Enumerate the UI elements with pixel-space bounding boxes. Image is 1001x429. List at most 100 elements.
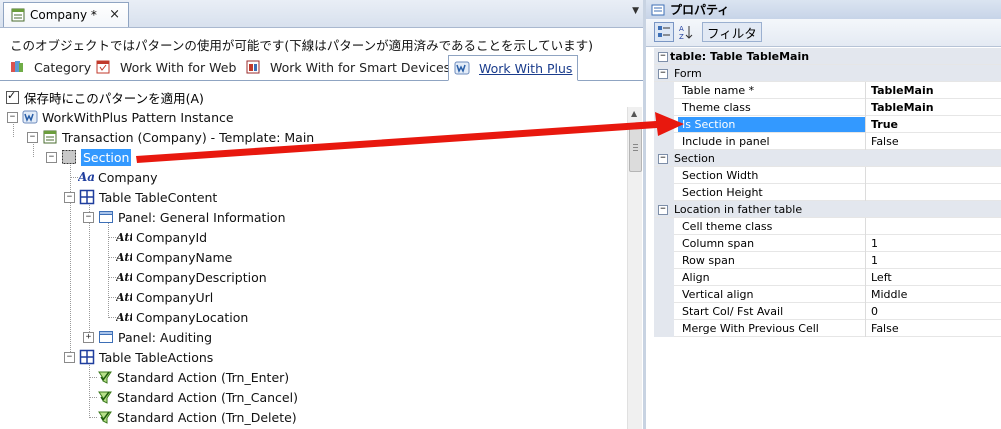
property-value[interactable] xyxy=(871,185,999,200)
property-value[interactable] xyxy=(871,168,999,183)
property-value[interactable]: Middle xyxy=(871,287,999,302)
tree-node-label: Panel: Auditing xyxy=(118,329,213,345)
svg-text:Aa: Aa xyxy=(78,170,94,184)
collapse-icon[interactable]: − xyxy=(46,151,57,163)
property-value[interactable]: False xyxy=(871,134,999,149)
property-row-merge-previous[interactable]: Merge With Previous Cell False xyxy=(654,320,1001,337)
collapse-icon[interactable]: − xyxy=(83,211,94,223)
tree-node-transaction[interactable]: − Transaction (Company) - Template: Main xyxy=(27,127,314,147)
tree-node-attribute[interactable]: Att CompanyName xyxy=(116,247,232,267)
category-label: Location in father table xyxy=(674,203,803,216)
property-row-column-span[interactable]: Column span 1 xyxy=(654,235,1001,252)
close-icon[interactable]: × xyxy=(109,7,120,22)
tree-node-label: Standard Action (Trn_Delete) xyxy=(117,409,297,425)
tree-node-action[interactable]: Standard Action (Trn_Cancel) xyxy=(97,387,298,407)
property-value[interactable]: 1 xyxy=(871,253,999,268)
transaction-icon xyxy=(10,7,26,23)
property-value[interactable] xyxy=(871,219,999,234)
tree-node-action[interactable]: Standard Action (Trn_Delete) xyxy=(97,407,297,427)
property-value[interactable]: Left xyxy=(871,270,999,285)
property-row-start-col[interactable]: Start Col/ Fst Avail 0 xyxy=(654,303,1001,320)
attribute-icon: Att xyxy=(116,309,132,325)
property-value[interactable]: 1 xyxy=(871,236,999,251)
category-location[interactable]: − Location in father table xyxy=(654,201,1001,218)
property-value[interactable]: TableMain xyxy=(871,83,999,98)
action-icon xyxy=(97,409,113,425)
pattern-editor-pane: Company * × ▼ このオブジェクトではパターンの使用が可能です(下線は… xyxy=(0,0,643,429)
svg-text:Att: Att xyxy=(116,291,132,304)
tree-node-label: Transaction (Company) - Template: Main xyxy=(62,129,315,145)
categorized-view-button[interactable] xyxy=(654,22,674,42)
tree-scrollbar[interactable]: ▲ xyxy=(627,107,642,429)
property-value[interactable]: 0 xyxy=(871,304,999,319)
tree-node-label: Company xyxy=(98,169,158,185)
property-name: Include in panel xyxy=(682,135,770,148)
collapse-icon[interactable]: − xyxy=(658,69,668,79)
tree-node-action[interactable]: Standard Action (Trn_Enter) xyxy=(97,367,289,387)
tree-node-root[interactable]: − WorkWithPlus Pattern Instance xyxy=(7,107,234,127)
property-row-row-span[interactable]: Row span 1 xyxy=(654,252,1001,269)
property-value[interactable]: True xyxy=(871,117,999,132)
tab-category[interactable]: Category xyxy=(4,55,96,79)
properties-toolbar: AZ フィルタ xyxy=(646,19,1001,47)
tree-node-company-text[interactable]: Aa Company xyxy=(78,167,157,187)
property-row-section-width[interactable]: Section Width xyxy=(654,167,1001,184)
tree-node-section[interactable]: − Section xyxy=(46,147,132,167)
collapse-icon[interactable]: − xyxy=(7,111,18,123)
scroll-up-icon[interactable]: ▲ xyxy=(631,109,637,118)
web-form-icon xyxy=(95,59,111,75)
document-tab-company[interactable]: Company * × xyxy=(3,2,129,27)
tab-label: Work With Plus xyxy=(479,60,573,76)
property-row-cell-theme-class[interactable]: Cell theme class xyxy=(654,218,1001,235)
filter-button[interactable]: フィルタ xyxy=(702,22,762,42)
tree-node-attribute[interactable]: Att CompanyDescription xyxy=(116,267,267,287)
property-value[interactable]: TableMain xyxy=(871,100,999,115)
tree-node-label: CompanyDescription xyxy=(136,269,267,285)
property-row-section-height[interactable]: Section Height xyxy=(654,184,1001,201)
tree-node-attribute[interactable]: Att CompanyUrl xyxy=(116,287,213,307)
property-row-theme-class[interactable]: Theme class TableMain xyxy=(654,99,1001,116)
property-name: Cell theme class xyxy=(682,220,773,233)
category-form[interactable]: − Form xyxy=(654,65,1001,82)
tree-node-label: Panel: General Information xyxy=(118,209,286,225)
collapse-icon[interactable]: − xyxy=(64,351,75,363)
property-name: Start Col/ Fst Avail xyxy=(682,305,784,318)
transaction-icon xyxy=(42,129,58,145)
tree-node-table-actions[interactable]: − Table TableActions xyxy=(64,347,213,367)
property-name: Align xyxy=(682,271,710,284)
tree-node-panel-general[interactable]: − Panel: General Information xyxy=(83,207,286,227)
expand-icon[interactable]: + xyxy=(83,331,94,343)
property-row-align[interactable]: Align Left xyxy=(654,269,1001,286)
category-section[interactable]: − Section xyxy=(654,150,1001,167)
property-row-is-section[interactable]: Is Section True xyxy=(654,116,1001,133)
tree-node-label: Table TableActions xyxy=(99,349,214,365)
tab-work-with-plus[interactable]: Work With Plus xyxy=(448,55,579,81)
property-row-include-in-panel[interactable]: Include in panel False xyxy=(654,133,1001,150)
tree-node-panel-auditing[interactable]: + Panel: Auditing xyxy=(83,327,212,347)
property-value[interactable]: False xyxy=(871,321,999,336)
tree-node-attribute[interactable]: Att CompanyLocation xyxy=(116,307,248,327)
tab-work-with-for-smart-devices[interactable]: Work With for Smart Devices xyxy=(240,55,455,79)
workwithplus-icon xyxy=(454,60,470,76)
scrollbar-thumb[interactable] xyxy=(629,124,642,172)
collapse-icon[interactable]: − xyxy=(658,205,668,215)
tree-node-table-content[interactable]: − Table TableContent xyxy=(64,187,217,207)
collapse-icon[interactable]: − xyxy=(658,52,668,62)
tab-work-with-for-web[interactable]: Work With for Web xyxy=(90,55,241,79)
property-row-vertical-align[interactable]: Vertical align Middle xyxy=(654,286,1001,303)
property-row-table-name[interactable]: Table name * TableMain xyxy=(654,82,1001,99)
property-name: Vertical align xyxy=(682,288,754,301)
collapse-icon[interactable]: − xyxy=(27,131,38,143)
chevron-down-icon[interactable]: ▼ xyxy=(632,6,639,16)
text-block-icon: Aa xyxy=(78,169,94,185)
collapse-icon[interactable]: − xyxy=(64,191,75,203)
sort-az-icon: AZ xyxy=(679,25,693,40)
panel-icon xyxy=(98,329,114,345)
tree-node-attribute[interactable]: Att CompanyId xyxy=(116,227,207,247)
apply-on-save-checkbox[interactable] xyxy=(6,89,19,104)
collapse-icon[interactable]: − xyxy=(658,154,668,164)
attribute-icon: Att xyxy=(116,289,132,305)
properties-icon xyxy=(650,2,666,18)
alphabetical-sort-button[interactable]: AZ xyxy=(676,22,696,42)
category-label: Form xyxy=(674,67,702,80)
